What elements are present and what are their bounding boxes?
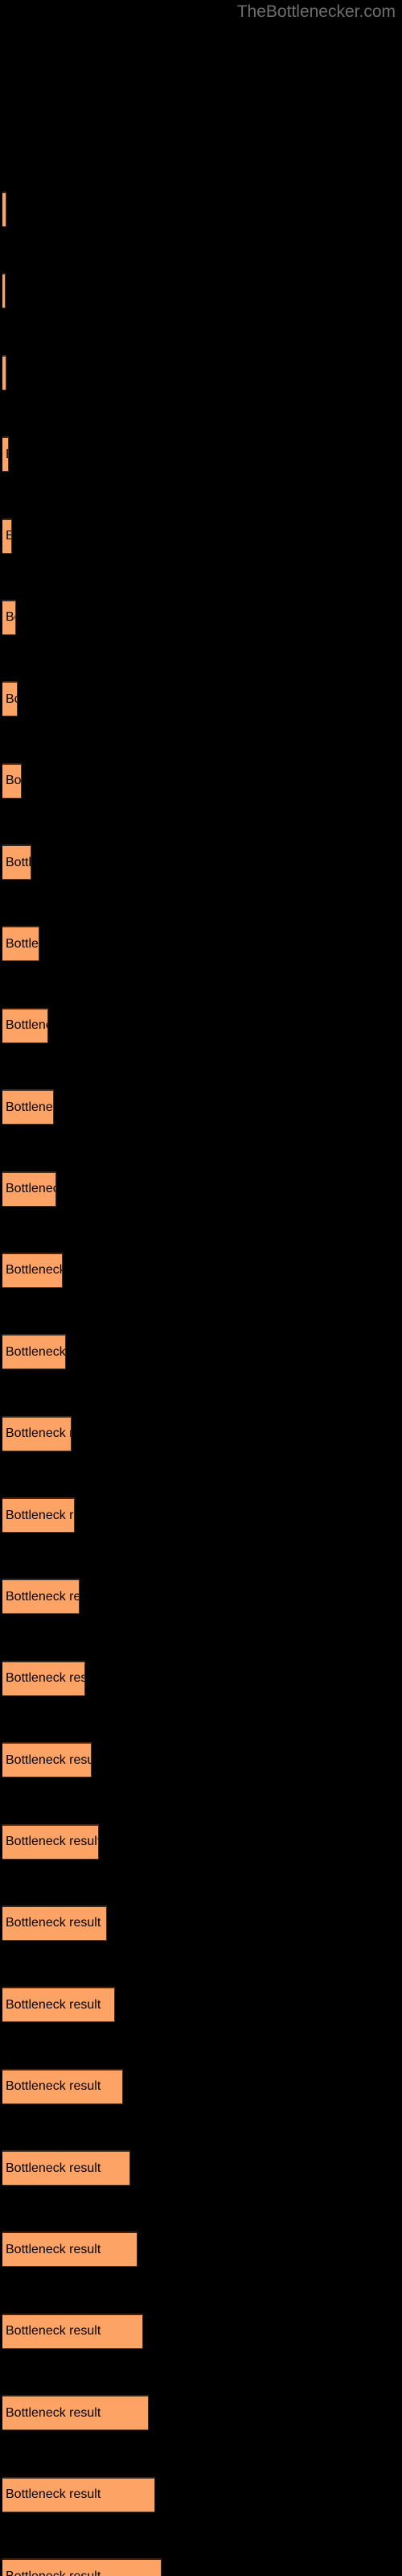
chart-bar[interactable]: Bottleneck result xyxy=(2,1660,85,1696)
chart-bar[interactable]: Bottleneck result xyxy=(2,599,16,635)
chart-bar[interactable]: Bottleneck result xyxy=(2,1579,80,1615)
bar-label: Bottleneck result xyxy=(6,448,8,462)
chart-bar[interactable]: Bottleneck result xyxy=(2,192,6,227)
bar-label: Bottleneck result xyxy=(6,2405,101,2420)
chart-bar[interactable]: Bottleneck result xyxy=(2,681,18,717)
bar-label: Bottleneck result xyxy=(6,855,31,869)
chart-bar[interactable]: Bottleneck result xyxy=(2,354,6,390)
horizontal-bar-chart: Bottleneck result Bottleneck result Bottle… xyxy=(0,0,402,2576)
chart-bar[interactable]: Bottleneck result xyxy=(2,273,6,309)
chart-bar[interactable]: Bottleneck result xyxy=(2,2313,143,2349)
chart-bar[interactable]: Bottleneck result xyxy=(2,1334,66,1370)
chart-bar[interactable]: Bottleneck result xyxy=(2,2150,130,2186)
chart-bar[interactable]: Bottleneck result xyxy=(2,1089,54,1125)
bar-label: Bottleneck result xyxy=(6,1997,101,2012)
bar-label: Bottleneck result xyxy=(6,1344,66,1359)
chart-bar[interactable]: Bottleneck result xyxy=(2,436,9,473)
bar-label: Bottleneck result xyxy=(6,936,39,951)
chart-bar[interactable]: Bottleneck result xyxy=(2,1742,92,1778)
bar-label: Bottleneck result xyxy=(6,1100,53,1114)
chart-bar[interactable]: Bottleneck result xyxy=(2,2231,137,2268)
chart-bar[interactable]: Bottleneck result xyxy=(2,926,39,962)
bar-label: Bottleneck result xyxy=(6,2324,101,2339)
bar-label: Bottleneck result xyxy=(6,2569,101,2576)
chart-bar[interactable]: Bottleneck result xyxy=(2,762,22,799)
bottleneck-chart-page: TheBottlenecker.com Bottleneck resultBot… xyxy=(0,0,402,2576)
bar-label: Bottleneck result xyxy=(6,1589,79,1604)
chart-bar[interactable]: Bottleneck result xyxy=(2,1497,75,1534)
bar-label: Bottleneck result xyxy=(6,2079,101,2094)
bar-label: Bottleneck result xyxy=(6,2161,101,2175)
chart-bar[interactable]: Bottleneck result xyxy=(2,2068,123,2104)
bar-label: Bottleneck result xyxy=(6,1508,74,1522)
bar-label: Bottleneck result xyxy=(6,1916,101,1930)
bar-label: Bottleneck result xyxy=(6,774,22,788)
chart-bar[interactable]: Bottleneck result xyxy=(2,1823,99,1860)
bar-label: Bottleneck result xyxy=(6,1671,84,1686)
chart-bar[interactable]: Bottleneck result xyxy=(2,2395,149,2431)
bar-label: Bottleneck result xyxy=(6,691,17,706)
bar-label: Bottleneck result xyxy=(6,1263,63,1278)
chart-bar[interactable]: Bottleneck result xyxy=(2,2558,162,2576)
chart-bar[interactable]: Bottleneck result xyxy=(2,1007,48,1043)
bar-label: Bottleneck result xyxy=(6,1835,99,1849)
bar-label: Bottleneck result xyxy=(6,1752,92,1767)
chart-bar[interactable]: Bottleneck result xyxy=(2,1415,72,1451)
bar-label: Bottleneck result xyxy=(6,2242,101,2256)
bar-label: Bottleneck result xyxy=(6,1018,47,1033)
bar-label: Bottleneck result xyxy=(6,610,15,625)
bar-label: Bottleneck result xyxy=(6,1426,71,1441)
chart-bar[interactable]: Bottleneck result xyxy=(2,844,31,881)
bar-label: Bottleneck result xyxy=(6,2487,101,2502)
bar-label: Bottleneck result xyxy=(6,529,11,543)
bar-label: Bottleneck result xyxy=(6,1182,55,1196)
chart-bar[interactable]: Bottleneck result xyxy=(2,2476,155,2512)
chart-bar[interactable]: Bottleneck result xyxy=(2,1170,56,1207)
chart-bar[interactable]: Bottleneck result xyxy=(2,1905,107,1941)
chart-bar[interactable]: Bottleneck result xyxy=(2,518,12,554)
chart-bar[interactable]: Bottleneck result xyxy=(2,1987,115,2023)
chart-bar[interactable]: Bottleneck result xyxy=(2,1252,63,1288)
